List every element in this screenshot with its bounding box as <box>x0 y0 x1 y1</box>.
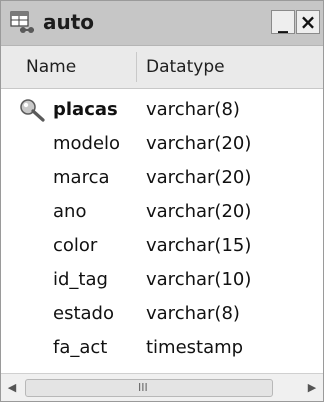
table-row[interactable]: fa_act timestamp <box>1 331 323 365</box>
minimize-button[interactable]: _ <box>271 10 295 34</box>
column-name: marca <box>53 167 110 188</box>
column-datatype: varchar(20) <box>146 201 252 222</box>
column-name: fa_act <box>53 337 108 358</box>
column-datatype: varchar(10) <box>146 269 252 290</box>
table-row[interactable]: estado varchar(8) <box>1 297 323 331</box>
scrollbar-thumb[interactable]: III <box>25 379 273 397</box>
close-button[interactable]: × <box>296 10 320 34</box>
table-row[interactable]: color varchar(15) <box>1 229 323 263</box>
column-header-name[interactable]: Name <box>26 46 76 88</box>
title-bar[interactable]: auto _ × <box>1 1 323 46</box>
scroll-right-arrow-icon[interactable]: ▶ <box>301 374 323 401</box>
table-row[interactable]: modelo varchar(20) <box>1 127 323 161</box>
column-name: modelo <box>53 133 121 154</box>
column-name: id_tag <box>53 269 108 290</box>
key-icon <box>19 98 47 122</box>
table-row[interactable]: id_tag varchar(10) <box>1 263 323 297</box>
column-name: ano <box>53 201 87 222</box>
horizontal-scrollbar[interactable]: ◀ III ▶ <box>1 373 323 401</box>
column-name: color <box>53 235 98 256</box>
column-datatype: varchar(8) <box>146 99 240 120</box>
column-divider[interactable] <box>136 52 137 82</box>
column-name: placas <box>53 99 118 120</box>
table-row[interactable]: placas varchar(8) <box>1 93 323 127</box>
column-datatype: varchar(15) <box>146 235 252 256</box>
column-name: estado <box>53 303 114 324</box>
window-title: auto <box>43 10 95 34</box>
column-datatype: varchar(20) <box>146 133 252 154</box>
column-header: Name Datatype <box>1 46 323 89</box>
table-icon <box>10 11 36 35</box>
column-datatype: timestamp <box>146 337 244 358</box>
column-header-datatype[interactable]: Datatype <box>146 46 225 88</box>
table-window: auto _ × Name Datatype placas varchar(8)… <box>0 0 324 402</box>
column-datatype: varchar(20) <box>146 167 252 188</box>
scroll-left-arrow-icon[interactable]: ◀ <box>1 374 23 401</box>
scrollbar-grip-icon: III <box>138 381 148 394</box>
table-row[interactable]: marca varchar(20) <box>1 161 323 195</box>
column-datatype: varchar(8) <box>146 303 240 324</box>
table-row[interactable]: ano varchar(20) <box>1 195 323 229</box>
